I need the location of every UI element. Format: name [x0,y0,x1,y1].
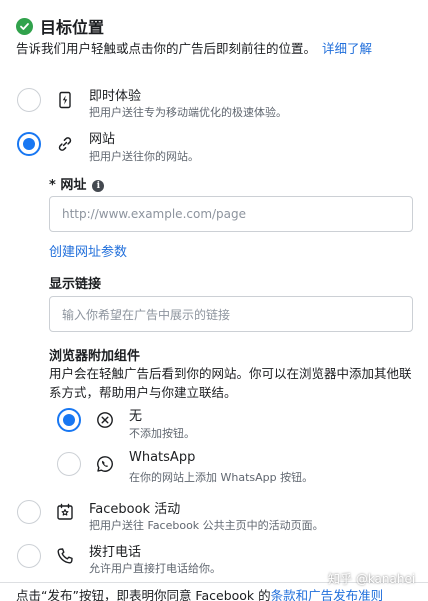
url-label: * 网址 i [49,174,105,193]
watermark: 知乎 @kanahei [328,572,416,586]
destination-option-website[interactable]: 网站 把用户送往你的网站。 [0,124,428,168]
option-description: 允许用户直接打电话给你。 [89,562,221,575]
url-label-text: 网址 [60,178,87,193]
build-url-params-link[interactable]: 创建网址参数 [49,241,127,260]
whatsapp-icon [96,455,114,473]
display-link-label: 显示链接 [49,277,102,292]
footer-text: 点击“发布”按钮，即表明你同意 Facebook 的条款和广告发布准则 [16,585,383,601]
radio-addon-none[interactable] [57,408,81,432]
required-mark: * [49,178,61,193]
browser-addon-title: 浏览器附加组件 [49,349,141,364]
option-title: 无 [129,409,143,424]
option-title: 拨打电话 [89,545,142,560]
option-description: 在你的网站上添加 WhatsApp 按钮。 [129,471,314,484]
terms-link[interactable]: 条款和广告发布准则 [271,588,384,601]
radio-phone-call[interactable] [17,544,41,568]
info-icon[interactable]: i [92,180,105,192]
addon-option-none[interactable]: 无 不添加按钮。 [0,404,428,448]
url-input[interactable]: http://www.example.com/page [49,196,413,232]
browser-addon-description: 用户会在轻触广告后看到你的网站。你可以在浏览器中添加其他联系方式，帮助用户与你建… [49,366,412,400]
destination-option-instant-experience[interactable]: 即时体验 把用户送往专为移动端优化的极速体验。 [0,82,428,126]
radio-addon-whatsapp[interactable] [57,452,81,476]
option-title: Facebook 活动 [89,502,181,517]
circle-x-icon [96,411,114,429]
option-title: 即时体验 [89,89,142,104]
radio-instant-experience[interactable] [17,88,41,112]
addon-option-whatsapp[interactable]: WhatsApp 在你的网站上添加 WhatsApp 按钮。 [0,448,428,492]
option-title: WhatsApp [129,450,196,465]
option-description: 把用户送往 Facebook 公共主页中的活动页面。 [89,519,324,532]
url-input-placeholder: http://www.example.com/page [62,207,247,221]
destination-option-facebook-event[interactable]: Facebook 活动 把用户送往 Facebook 公共主页中的活动页面。 [0,496,428,540]
section-subtitle: 告诉我们用户轻触或点击你的广告后即刻前往的位置。 详细了解 [16,38,372,57]
section-header: 目标位置 [16,14,104,38]
option-description: 把用户送往专为移动端优化的极速体验。 [89,106,287,119]
option-title: 网站 [89,132,116,147]
section-subtitle-text: 告诉我们用户轻触或点击你的广告后即刻前往的位置。 [16,41,317,56]
footer-prefix: 点击“发布”按钮，即表明你同意 Facebook 的 [16,588,271,601]
destination-panel: 目标位置 告诉我们用户轻触或点击你的广告后即刻前往的位置。 详细了解 即时体验 把… [0,0,428,582]
link-icon [56,135,74,153]
instant-experience-icon [56,91,74,109]
option-description: 把用户送往你的网站。 [89,150,199,163]
option-description: 不添加按钮。 [129,427,195,440]
display-link-placeholder: 输入你希望在广告中展示的链接 [62,307,231,322]
radio-facebook-event[interactable] [17,500,41,524]
check-circle-icon [16,17,33,35]
radio-website[interactable] [17,132,41,156]
learn-more-link[interactable]: 详细了解 [322,41,372,56]
phone-icon [56,547,74,565]
section-title: 目标位置 [40,18,105,37]
display-link-input[interactable]: 输入你希望在广告中展示的链接 [49,296,413,332]
event-star-icon [56,503,74,521]
